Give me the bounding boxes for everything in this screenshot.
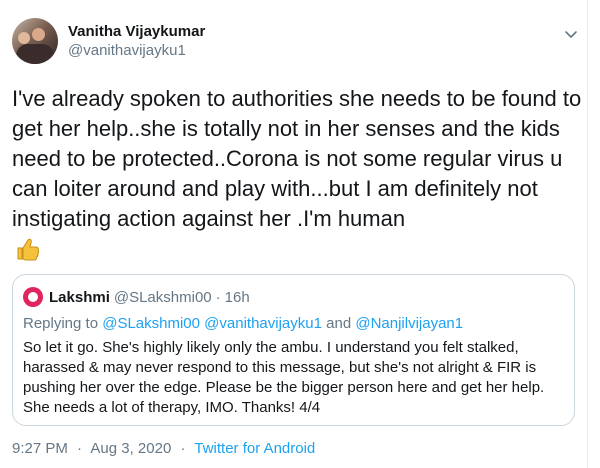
tweet-header: Vanitha Vijaykumar @vanithavijayku1	[12, 18, 205, 64]
separator-dot: ·	[215, 288, 221, 306]
separator-dot: ·	[77, 440, 83, 457]
avatar-person	[32, 28, 45, 41]
separator-dot: ·	[180, 440, 186, 457]
tweet-date[interactable]: Aug 3, 2020	[90, 440, 171, 457]
thumbs-up-icon	[17, 238, 40, 261]
tweet-metadata: 9:27 PM · Aug 3, 2020 · Twitter for Andr…	[12, 440, 315, 457]
author-display-name[interactable]: Vanitha Vijaykumar	[68, 22, 205, 41]
avatar-clothing	[16, 44, 54, 64]
replying-to-and: and	[326, 315, 352, 332]
quoted-author-avatar[interactable]	[23, 287, 43, 307]
tweet-text: I've already spoken to authorities she n…	[12, 86, 588, 231]
tweet-time[interactable]: 9:27 PM	[12, 440, 68, 457]
reply-mention-link[interactable]: @SLakshmi00	[102, 315, 200, 332]
quoted-author-handle: @SLakshmi00	[113, 288, 212, 306]
reply-mention-link[interactable]: @Nanjilvijayan1	[355, 315, 463, 332]
quoted-tweet-time: 16h	[224, 288, 250, 306]
reply-mention-link[interactable]: @vanithavijayku1	[204, 315, 322, 332]
author-avatar[interactable]	[12, 18, 58, 64]
replying-to-label: Replying to	[23, 315, 99, 332]
tweet-source-link[interactable]: Twitter for Android	[194, 440, 315, 457]
avatar-person	[18, 32, 30, 44]
tweet-card: Vanitha Vijaykumar @vanithavijayku1 I've…	[0, 0, 588, 468]
quoted-tweet[interactable]: Lakshmi @SLakshmi00 · 16h Replying to @S…	[12, 274, 575, 426]
author-handle[interactable]: @vanithavijayku1	[68, 41, 205, 60]
quoted-tweet-text: So let it go. She's highly likely only t…	[23, 339, 545, 416]
quoted-author-display-name: Lakshmi	[49, 288, 110, 306]
author-names: Vanitha Vijaykumar @vanithavijayku1	[68, 22, 205, 60]
chevron-down-icon[interactable]	[563, 26, 579, 42]
replying-to-line: Replying to @SLakshmi00 @vanithavijayku1…	[23, 315, 463, 332]
quoted-tweet-header: Lakshmi @SLakshmi00 · 16h	[23, 287, 250, 307]
